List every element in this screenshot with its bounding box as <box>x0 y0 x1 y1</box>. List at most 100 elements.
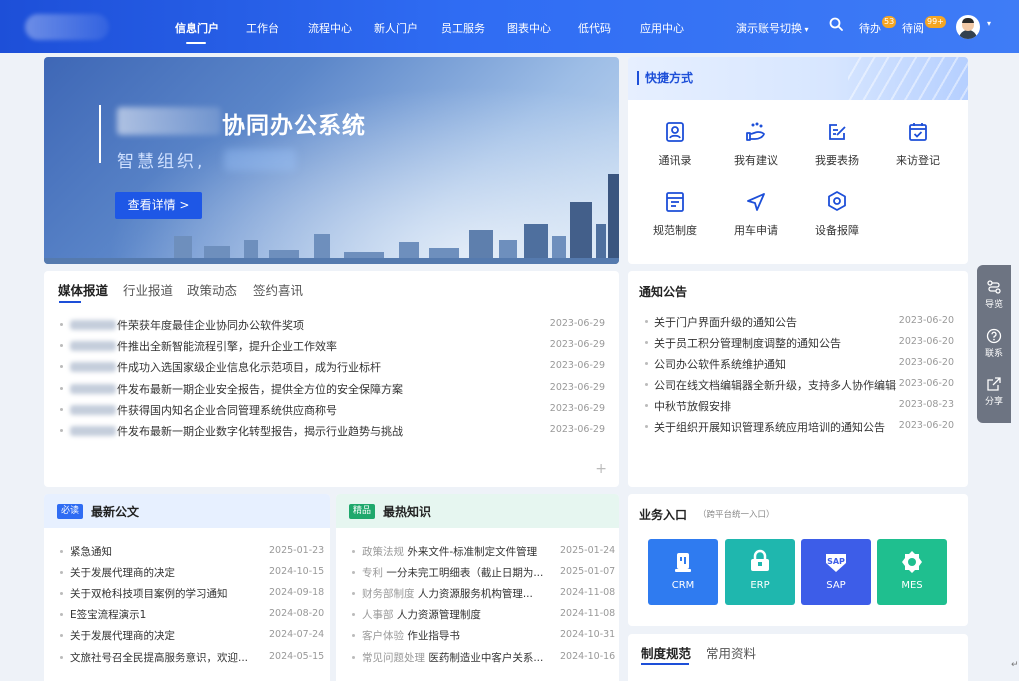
notice-item-title: 关于组织开展知识管理系统应用培训的通知公告 <box>654 421 885 434</box>
business-tile-erp[interactable]: ERP <box>725 539 795 605</box>
bullet <box>60 365 63 368</box>
nav-newcomer-portal[interactable]: 新人门户 <box>374 20 418 36</box>
tab-industry-reports[interactable]: 行业报道 <box>123 280 173 299</box>
notice-item-date: 2023-08-23 <box>898 399 954 410</box>
list-item[interactable]: 件获得国内知名企业合同管理系统供应商称号 2023-06-29 <box>60 402 605 418</box>
list-item[interactable]: 文旅社号召全民提高服务意识，欢迎... 2024-05-15 <box>60 650 324 666</box>
list-item[interactable]: 常见问题处理 医药制造业中客户关系... 2024-10-16 <box>352 650 615 666</box>
bullet <box>60 429 63 432</box>
quick-item-label: 通讯录 <box>658 154 692 167</box>
news-title: 件荣获年度最佳企业协同办公软件奖项 <box>117 319 304 332</box>
tab-common-materials[interactable]: 常用资料 <box>706 643 756 662</box>
list-item[interactable]: 专利 一分未完工明细表（截止日期为... 2025-01-07 <box>352 565 615 581</box>
quick-item-visitor[interactable]: 来访登记 <box>883 120 953 168</box>
device-repair-icon <box>828 191 846 211</box>
knowledge-category: 政策法规 <box>362 546 404 558</box>
list-item[interactable]: 财务部制度 人力资源服务机构管理... 2024-11-08 <box>352 586 615 602</box>
list-item[interactable]: 关于门户界面升级的通知公告 2023-06-20 <box>645 314 954 330</box>
notice-item-date: 2023-06-20 <box>898 420 954 431</box>
list-item[interactable]: E签宝流程演示1 2024-08-20 <box>60 607 324 623</box>
search-button[interactable] <box>829 17 843 34</box>
more-plus-icon[interactable]: + <box>595 461 607 477</box>
business-tile-sap[interactable]: SAP SAP <box>801 539 871 605</box>
bullet <box>645 383 648 386</box>
knowledge-item: 专利 一分未完工明细表（截止日期为... <box>362 565 543 580</box>
documents-header: 必读 最新公文 <box>44 494 330 528</box>
float-item-guide[interactable]: 导览 <box>977 279 1011 310</box>
toread-link[interactable]: 待阅99+ <box>902 16 946 36</box>
quick-item-label: 设备报障 <box>815 224 859 237</box>
notice-item-title: 关于门户界面升级的通知公告 <box>654 316 797 329</box>
erp-icon <box>751 549 769 571</box>
news-date: 2023-06-29 <box>549 360 605 371</box>
account-switch-dropdown[interactable]: 演示账号切换 ▾ <box>736 20 809 36</box>
quick-item-device-repair[interactable]: 设备报障 <box>802 190 872 238</box>
list-item[interactable]: 中秋节放假安排 2023-08-23 <box>645 398 954 414</box>
nav-info-portal[interactable]: 信息门户 <box>175 20 219 36</box>
list-item[interactable]: 件发布最新一期企业安全报告，提供全方位的安全保障方案 2023-06-29 <box>60 381 605 397</box>
list-item[interactable]: 件发布最新一期企业数字化转型报告，揭示行业趋势与挑战 2023-06-29 <box>60 423 605 439</box>
nav-active-indicator <box>186 42 206 44</box>
knowledge-title-text: 人力资源服务机构管理... <box>417 588 533 600</box>
view-details-button[interactable]: 查看详情 > <box>115 192 202 219</box>
float-item-share[interactable]: 分享 <box>977 376 1011 407</box>
quick-access-title: 快捷方式 <box>637 71 693 85</box>
knowledge-item: 客户体验 作业指导书 <box>362 628 460 643</box>
must-read-tag: 必读 <box>57 504 84 519</box>
list-item[interactable]: 紧急通知 2025-01-23 <box>60 544 324 560</box>
latest-documents-panel: 必读 最新公文 紧急通知 2025-01-23 关于发展代理商的决定 2024-10… <box>44 494 330 681</box>
business-tile-label: ERP <box>750 580 770 591</box>
bullet <box>352 634 355 637</box>
list-item[interactable]: 关于组织开展知识管理系统应用培训的通知公告 2023-06-20 <box>645 419 954 435</box>
list-item[interactable]: 客户体验 作业指导书 2024-10-31 <box>352 628 615 644</box>
list-item[interactable]: 关于发展代理商的决定 2024-07-24 <box>60 628 324 644</box>
document-title: 文旅社号召全民提高服务意识，欢迎... <box>70 652 249 664</box>
document-date: 2024-10-15 <box>269 566 325 577</box>
business-tile-label: SAP <box>826 580 846 591</box>
tab-rules[interactable]: 制度规范 <box>641 643 691 662</box>
nav-app-center[interactable]: 应用中心 <box>640 20 684 36</box>
tab-media-reports[interactable]: 媒体报道 <box>58 280 108 299</box>
list-item[interactable]: 件成功入选国家级企业信息化示范项目，成为行业标杆 2023-06-29 <box>60 359 605 375</box>
tab-signing-news[interactable]: 签约喜讯 <box>253 280 303 299</box>
notice-item-title: 中秋节放假安排 <box>654 400 731 413</box>
list-item[interactable]: 关于双枪科技项目案例的学习通知 2024-09-18 <box>60 586 324 602</box>
bullet <box>352 613 355 616</box>
user-menu-caret-icon[interactable]: ▾ <box>987 19 991 28</box>
business-tile-mes[interactable]: MES <box>877 539 947 605</box>
nav-chart-center[interactable]: 图表中心 <box>507 20 551 36</box>
rules-panel: 制度规范 常用资料 <box>628 634 968 681</box>
list-item[interactable]: 关于员工积分管理制度调整的通知公告 2023-06-20 <box>645 335 954 351</box>
knowledge-title-text: 人力资源管理制度 <box>396 609 481 621</box>
nav-workbench[interactable]: 工作台 <box>246 20 279 36</box>
tab-policy-updates[interactable]: 政策动态 <box>187 280 237 299</box>
quick-item-car-request[interactable]: 用车申请 <box>721 190 791 238</box>
float-item-label: 分享 <box>984 397 1003 407</box>
quick-item-label: 我有建议 <box>734 154 778 167</box>
contact-book-icon <box>666 122 684 142</box>
blurred-prefix <box>70 426 116 436</box>
news-date: 2023-06-29 <box>549 382 605 393</box>
quick-item-regulations[interactable]: 规范制度 <box>640 190 710 238</box>
quick-item-contacts[interactable]: 通讯录 <box>640 120 710 168</box>
list-item[interactable]: 政策法规 外来文件-标准制定文件管理 2025-01-24 <box>352 544 615 560</box>
document-date: 2024-09-18 <box>269 587 325 598</box>
business-tile-crm[interactable]: CRM <box>648 539 718 605</box>
list-item[interactable]: 件荣获年度最佳企业协同办公软件奖项 2023-06-29 <box>60 317 605 333</box>
nav-employee-service[interactable]: 员工服务 <box>441 20 485 36</box>
nav-low-code[interactable]: 低代码 <box>578 20 611 36</box>
list-item[interactable]: 人事部 人力资源管理制度 2024-11-08 <box>352 607 615 623</box>
knowledge-category: 财务部制度 <box>362 588 415 600</box>
quick-item-suggestion[interactable]: 我有建议 <box>721 120 791 168</box>
float-item-contact[interactable]: 联系 <box>977 328 1011 359</box>
user-avatar[interactable] <box>956 15 980 39</box>
company-logo[interactable] <box>25 14 109 40</box>
caret-down-icon: ▾ <box>802 25 809 34</box>
todo-link[interactable]: 待办53 <box>859 16 897 36</box>
list-item[interactable]: 公司在线文档编辑器全新升级，支持多人协作编辑 2023-06-20 <box>645 377 954 393</box>
list-item[interactable]: 关于发展代理商的决定 2024-10-15 <box>60 565 324 581</box>
list-item[interactable]: 公司办公软件系统维护通知 2023-06-20 <box>645 356 954 372</box>
quick-item-praise[interactable]: 我要表扬 <box>802 120 872 168</box>
list-item[interactable]: 件推出全新智能流程引擎，提升企业工作效率 2023-06-29 <box>60 338 605 354</box>
nav-process-center[interactable]: 流程中心 <box>308 20 352 36</box>
